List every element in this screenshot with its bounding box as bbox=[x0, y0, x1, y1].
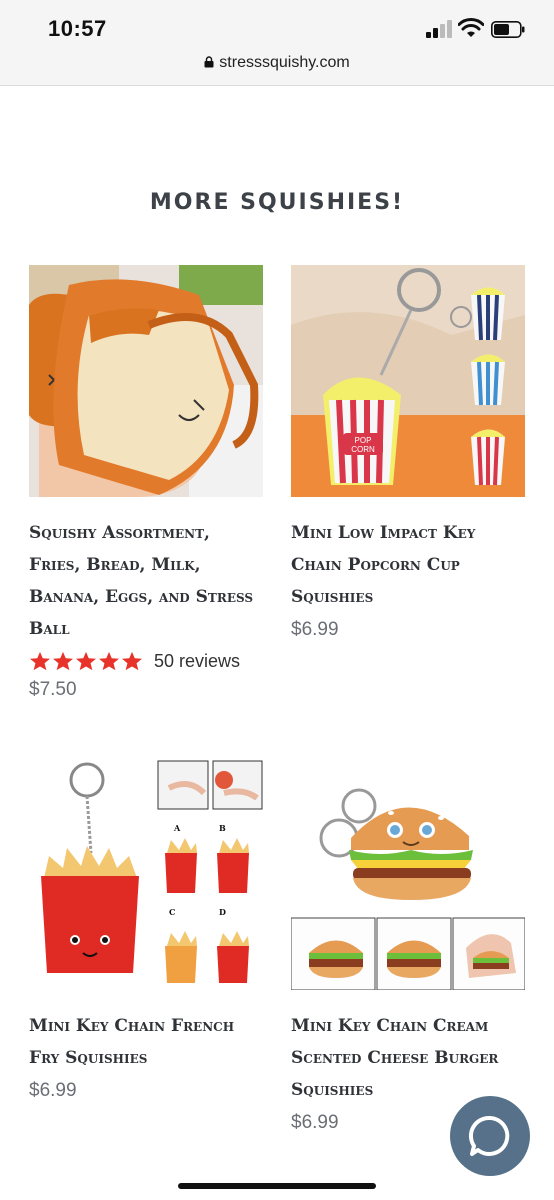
bread-squishy-image[interactable] bbox=[29, 265, 263, 497]
product-price: $6.99 bbox=[291, 619, 339, 640]
home-indicator bbox=[178, 1183, 376, 1189]
star-icon bbox=[122, 651, 142, 671]
rating-stars bbox=[29, 651, 144, 671]
burger-keychain-image[interactable] bbox=[291, 758, 525, 990]
product-price: $7.50 bbox=[29, 679, 77, 700]
svg-text:A: A bbox=[173, 823, 181, 833]
star-icon bbox=[53, 651, 73, 671]
star-icon bbox=[99, 651, 119, 671]
product-rating: 50 reviews bbox=[29, 649, 263, 673]
battery-icon bbox=[491, 21, 525, 38]
cellular-signal-icon bbox=[426, 20, 452, 38]
chat-button[interactable] bbox=[450, 1096, 530, 1176]
chat-bubble-icon bbox=[468, 1115, 510, 1156]
product-price: $6.99 bbox=[29, 1080, 77, 1101]
lock-icon bbox=[204, 56, 214, 68]
product-card[interactable]: A B C D Mini Key Chain French Fry Squish… bbox=[29, 758, 263, 1102]
product-title[interactable]: Squishy Assortment, Fries, Bread, Milk, … bbox=[29, 517, 263, 645]
svg-text:D: D bbox=[219, 907, 226, 917]
product-card[interactable]: Mini Key Chain Cream Scented Cheese Burg… bbox=[291, 758, 525, 1134]
status-bar: 10:57 bbox=[0, 0, 554, 48]
svg-text:B: B bbox=[219, 823, 226, 833]
url-text: stresssquishy.com bbox=[219, 54, 350, 71]
french-fry-keychain-image[interactable]: A B C D bbox=[29, 758, 263, 990]
product-card[interactable]: Squishy Assortment, Fries, Bread, Milk, … bbox=[29, 265, 263, 701]
svg-text:CORN: CORN bbox=[351, 445, 375, 454]
popcorn-keychain-image[interactable]: POP CORN bbox=[291, 265, 525, 497]
svg-text:POP: POP bbox=[355, 436, 372, 445]
section-title: MORE SQUISHIES! bbox=[149, 190, 405, 215]
status-time: 10:57 bbox=[48, 16, 107, 41]
star-icon bbox=[30, 651, 50, 671]
wifi-icon bbox=[458, 18, 484, 37]
star-icon bbox=[76, 651, 96, 671]
product-title[interactable]: Mini Key Chain Cream Scented Cheese Burg… bbox=[291, 1010, 525, 1106]
review-count[interactable]: 50 reviews bbox=[154, 651, 240, 672]
product-card[interactable]: POP CORN Mini Low Impact Key Chain Popco… bbox=[291, 265, 525, 641]
product-title[interactable]: Mini Low Impact Key Chain Popcorn Cup Sq… bbox=[291, 517, 525, 613]
product-title[interactable]: Mini Key Chain French Fry Squishies bbox=[29, 1010, 263, 1074]
svg-text:C: C bbox=[169, 907, 175, 917]
browser-url-bar[interactable]: stresssquishy.com bbox=[0, 48, 554, 86]
